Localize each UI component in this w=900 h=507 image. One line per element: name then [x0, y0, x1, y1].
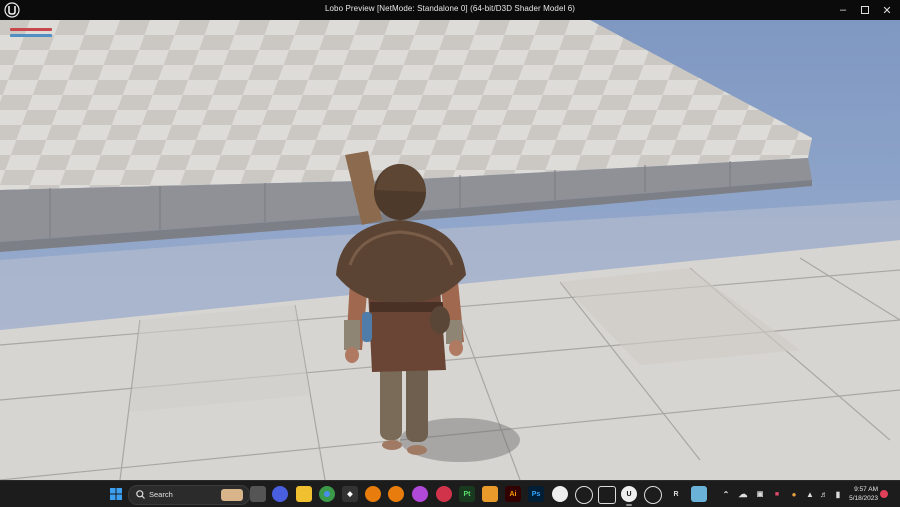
- game-viewport[interactable]: [0, 20, 900, 480]
- substance-designer-icon[interactable]: [482, 486, 498, 502]
- krita-icon[interactable]: [412, 486, 428, 502]
- game-scene: [0, 20, 900, 480]
- blender-icon[interactable]: [365, 486, 381, 502]
- notification-badge-icon[interactable]: [880, 490, 888, 498]
- stamina-bar: [10, 34, 52, 37]
- maximize-icon[interactable]: [854, 0, 876, 20]
- file-explorer-icon[interactable]: [296, 486, 312, 502]
- chevron-up-icon[interactable]: ⌃: [718, 486, 734, 502]
- onedrive-icon[interactable]: ☁: [735, 486, 751, 502]
- search-icon: [136, 490, 145, 499]
- app-icon[interactable]: [575, 486, 593, 504]
- clock-time[interactable]: 9:57 AM: [840, 486, 878, 493]
- search-label: Search: [149, 490, 173, 499]
- microphone-icon[interactable]: ●: [786, 486, 802, 502]
- search-highlight-image: [221, 489, 243, 501]
- chrome-icon[interactable]: [319, 486, 335, 502]
- minimize-icon[interactable]: –: [832, 0, 854, 20]
- health-bar: [10, 28, 52, 31]
- obs-icon[interactable]: [552, 486, 568, 502]
- zoom-icon[interactable]: [272, 486, 288, 502]
- taskbar: Search ◆ Pt Ai Ps U R ⌃ ☁ ▣ ■ ● ▲ ♬ ▮ 9:…: [0, 480, 900, 507]
- taskbar-search[interactable]: Search: [128, 485, 250, 505]
- illustrator-icon[interactable]: Ai: [505, 486, 521, 502]
- unity-icon[interactable]: ◆: [342, 486, 358, 502]
- window-titlebar[interactable]: Lobo Preview [NetMode: Standalone 0] (64…: [0, 0, 900, 20]
- start-menu-icon[interactable]: [108, 486, 124, 502]
- davinci-resolve-icon[interactable]: [436, 486, 452, 502]
- close-icon[interactable]: ✕: [876, 0, 898, 20]
- rider-icon[interactable]: R: [668, 486, 684, 502]
- photoshop-icon[interactable]: Ps: [528, 486, 544, 502]
- tray-app-icon[interactable]: ■: [769, 486, 785, 502]
- painter-icon[interactable]: Pt: [459, 486, 475, 502]
- tray-app-icon[interactable]: ▣: [752, 486, 768, 502]
- blender-icon[interactable]: [388, 486, 404, 502]
- window-title: Lobo Preview [NetMode: Standalone 0] (64…: [324, 4, 576, 13]
- clock-date[interactable]: 5/18/2023: [840, 495, 878, 502]
- app-icon[interactable]: [691, 486, 707, 502]
- app-icon[interactable]: [644, 486, 662, 504]
- app-icon[interactable]: [598, 486, 616, 504]
- task-view-icon[interactable]: [250, 486, 266, 502]
- unreal-engine-icon[interactable]: U: [621, 486, 637, 502]
